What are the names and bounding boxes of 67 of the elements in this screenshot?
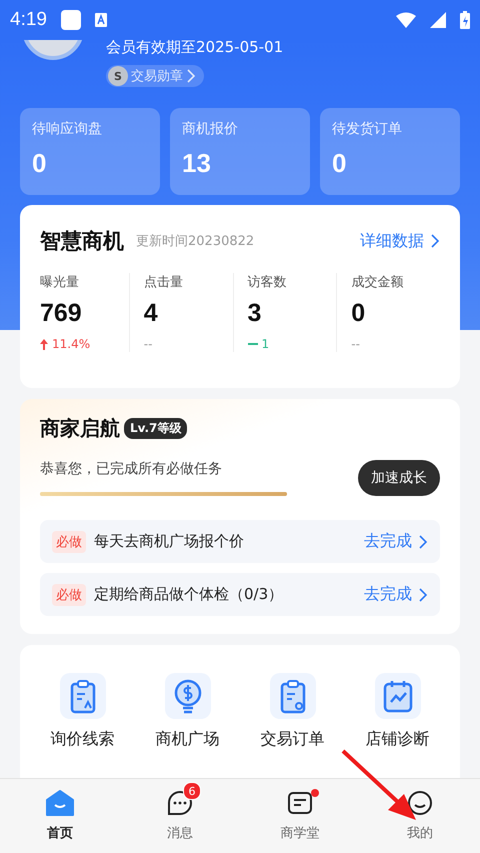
tab-button[interactable]: 我的 <box>360 779 480 853</box>
document-icon <box>287 790 313 816</box>
tab-button[interactable]: 商学堂 <box>240 779 360 853</box>
metric-change: 11.4% <box>52 337 90 351</box>
app-store-icon <box>94 13 107 27</box>
clipboard-icon[interactable] <box>60 673 106 719</box>
level-badge: Lv.7等级 <box>124 418 188 439</box>
metric-value: 3 <box>248 299 262 328</box>
boost-button[interactable]: 加速成长 <box>358 460 440 496</box>
metric-label: 成交金额 <box>351 274 404 291</box>
summary-label: 商机报价 <box>182 120 239 138</box>
tab-button[interactable]: 首页 <box>0 779 120 853</box>
chevron-icon <box>430 233 440 249</box>
summary-value: 0 <box>32 148 48 179</box>
summary-value: 0 <box>332 148 348 179</box>
summary-card[interactable]: 待响应询盘 0 <box>20 108 160 195</box>
required-tag: 必做 <box>52 530 86 552</box>
metric-change: -- <box>351 337 360 351</box>
chevron-icon <box>418 586 428 602</box>
task-text: 定期给商品做个体检（0/3） <box>94 585 284 604</box>
summary-card[interactable]: 待发货订单 0 <box>320 108 460 195</box>
chevron-icon <box>418 534 428 550</box>
summary-card[interactable]: 商机报价 13 <box>170 108 310 195</box>
summary-value: 13 <box>182 148 212 179</box>
metric-value: 0 <box>351 299 366 328</box>
wifi-icon <box>396 12 416 28</box>
complete-link[interactable]: 去完成 <box>364 531 428 552</box>
app-square-icon <box>60 10 81 30</box>
dash-icon <box>248 343 258 345</box>
dollar-bulb-icon[interactable] <box>164 673 210 719</box>
tool-label[interactable]: 店铺诊断 <box>366 729 430 750</box>
metric-change: -- <box>144 337 152 351</box>
battery-icon <box>460 11 470 29</box>
medal-link[interactable]: S 交易勋章 <box>106 65 204 87</box>
metric-change: 1 <box>262 337 270 351</box>
task-row[interactable]: 必做 定期给商品做个体检（0/3） 去完成 <box>40 573 440 616</box>
unread-badge: 6 <box>183 782 201 800</box>
calendar-chart-icon[interactable] <box>374 673 420 719</box>
membership-expiry: 会员有效期至2025-05-01 <box>106 40 284 57</box>
tool-label[interactable]: 商机广场 <box>156 729 220 750</box>
metric-label: 曝光量 <box>40 274 80 291</box>
medal-icon: S <box>108 66 128 86</box>
details-link[interactable]: 详细数据 <box>360 230 440 252</box>
up-arrow-icon <box>40 338 48 350</box>
summary-label: 待响应询盘 <box>32 120 103 138</box>
card-title: 商家启航 <box>40 415 120 442</box>
task-text: 每天去商机广场报个价 <box>94 532 245 551</box>
smile-icon <box>407 790 433 816</box>
chevron-icon <box>186 68 196 84</box>
required-tag: 必做 <box>52 584 86 606</box>
task-row[interactable]: 必做 每天去商机广场报个价 去完成 <box>40 520 440 563</box>
signal-icon <box>430 12 446 28</box>
task-message: 恭喜您，已完成所有必做任务 <box>40 460 223 478</box>
metric-value: 4 <box>144 299 159 328</box>
tool-label[interactable]: 交易订单 <box>260 729 324 750</box>
complete-link[interactable]: 去完成 <box>364 584 428 605</box>
update-time: 更新时间20230822 <box>136 233 256 250</box>
summary-label: 待发货订单 <box>332 120 403 138</box>
metric-label: 访客数 <box>248 274 288 291</box>
clipboard-icon[interactable] <box>270 673 316 719</box>
metric-label: 点击量 <box>144 274 184 291</box>
tool-label[interactable]: 询价线索 <box>50 729 114 750</box>
home-icon <box>46 790 74 816</box>
status-time: 4:19 <box>10 9 47 31</box>
metric-value: 769 <box>40 299 83 328</box>
tab-button[interactable]: 6 消息 <box>120 779 240 853</box>
card-title: 智慧商机 <box>40 228 124 255</box>
